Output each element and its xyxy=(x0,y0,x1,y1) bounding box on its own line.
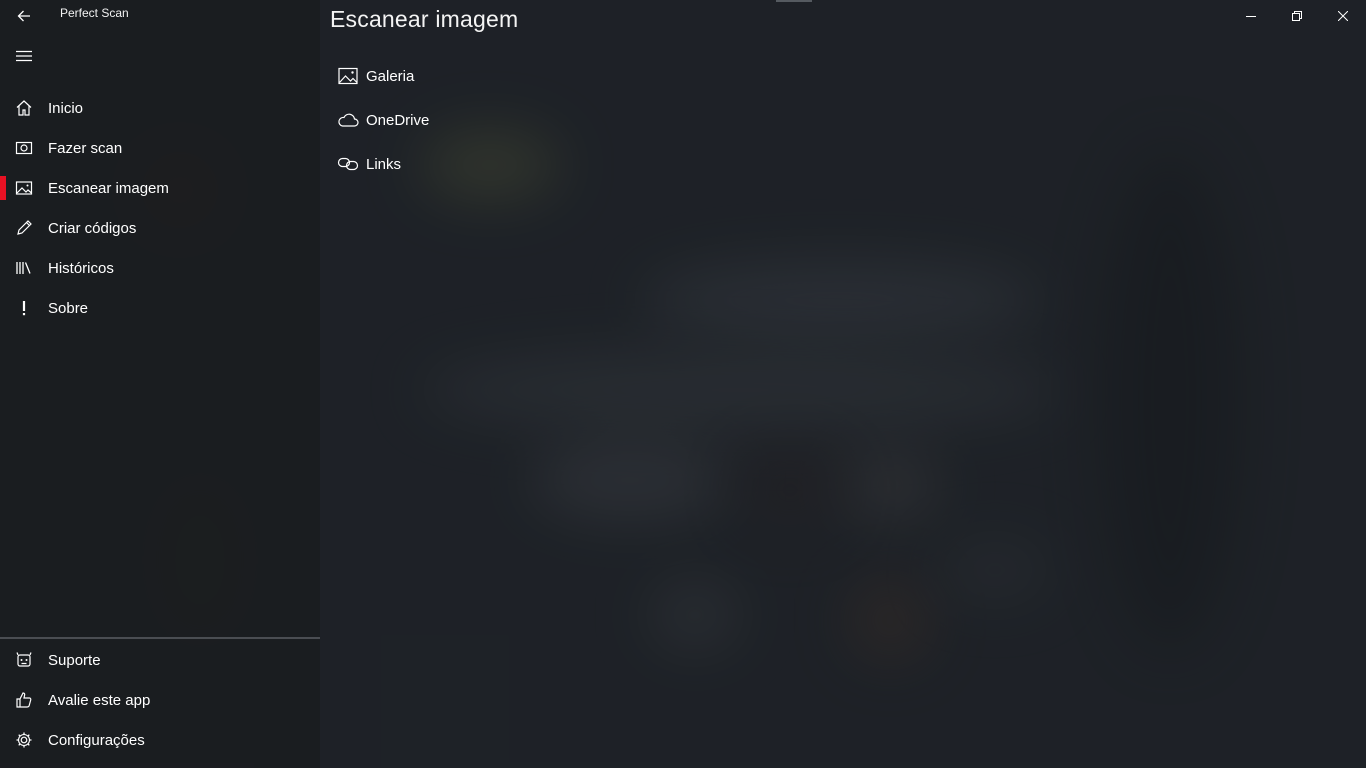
page-title: Escanear imagem xyxy=(330,6,519,32)
library-icon xyxy=(0,259,48,277)
pencil-icon xyxy=(0,219,48,237)
minimize-icon xyxy=(1246,16,1256,17)
cloud-icon xyxy=(330,112,366,128)
close-button[interactable] xyxy=(1320,0,1366,32)
camera-icon xyxy=(0,139,48,157)
sidebar-item-label: Suporte xyxy=(48,651,101,669)
hamburger-menu-button[interactable] xyxy=(8,42,40,70)
sidebar-item-label: Históricos xyxy=(48,259,114,277)
sidebar-item-criar-codigos[interactable]: Criar códigos xyxy=(0,208,320,248)
top-indicator xyxy=(776,0,812,2)
gear-icon xyxy=(0,731,48,749)
support-icon xyxy=(0,651,48,669)
restore-button[interactable] xyxy=(1274,0,1320,32)
sidebar-item-inicio[interactable]: Inicio xyxy=(0,88,320,128)
sidebar: Perfect Scan Inicio Fazer scan Escanear … xyxy=(0,0,320,768)
sidebar-item-label: Configurações xyxy=(48,731,145,749)
sidebar-item-label: Sobre xyxy=(48,299,89,317)
back-arrow-icon xyxy=(17,10,30,22)
sidebar-item-fazer-scan[interactable]: Fazer scan xyxy=(0,128,320,168)
sidebar-item-label: Criar códigos xyxy=(48,219,137,237)
minimize-button[interactable] xyxy=(1228,0,1274,32)
sidebar-item-avalie[interactable]: Avalie este app xyxy=(0,680,320,720)
home-icon xyxy=(0,99,48,117)
gallery-icon xyxy=(330,67,366,85)
sidebar-item-label: Escanear imagem xyxy=(48,179,169,197)
sidebar-item-configuracoes[interactable]: Configurações xyxy=(0,720,320,760)
option-label: Galeria xyxy=(366,67,415,85)
option-label: OneDrive xyxy=(366,111,430,129)
sidebar-item-label: Avalie este app xyxy=(48,691,151,709)
restore-icon xyxy=(1292,11,1302,21)
app-title: Perfect Scan xyxy=(60,6,129,20)
sidebar-divider xyxy=(0,637,320,639)
image-icon xyxy=(0,179,48,197)
option-galeria[interactable]: Galeria xyxy=(330,58,550,94)
exclamation-icon xyxy=(0,299,48,317)
sidebar-item-historicos[interactable]: Históricos xyxy=(0,248,320,288)
close-icon xyxy=(1338,11,1348,21)
sidebar-item-escanear-imagem[interactable]: Escanear imagem xyxy=(0,168,320,208)
link-icon xyxy=(330,156,366,172)
back-button[interactable] xyxy=(8,2,40,30)
main-content: Escanear imagem Galeria OneDrive Links xyxy=(320,0,1366,768)
option-onedrive[interactable]: OneDrive xyxy=(330,102,550,138)
thumbs-up-icon xyxy=(0,691,48,709)
option-label: Links xyxy=(366,155,402,173)
sidebar-item-suporte[interactable]: Suporte xyxy=(0,640,320,680)
option-links[interactable]: Links xyxy=(330,146,550,182)
sidebar-item-label: Inicio xyxy=(48,99,84,117)
sidebar-item-label: Fazer scan xyxy=(48,139,123,157)
sidebar-item-sobre[interactable]: Sobre xyxy=(0,288,320,328)
hamburger-icon xyxy=(16,50,32,62)
